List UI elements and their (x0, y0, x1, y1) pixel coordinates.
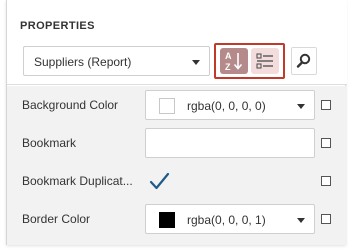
color-value: rgba(0, 0, 0, 1) (187, 213, 266, 227)
svg-text:A: A (225, 51, 232, 61)
sort-az-icon: A Z (225, 51, 243, 72)
component-select-value: Suppliers (Report) (34, 55, 132, 69)
sort-categorized-button[interactable] (251, 48, 279, 74)
property-row-bookmark-duplicates: Bookmark Duplicat... (7, 162, 347, 200)
property-marker[interactable] (321, 176, 331, 186)
property-row-bookmark: Bookmark (7, 124, 347, 162)
component-select[interactable]: Suppliers (Report) (23, 46, 210, 76)
border-color-editor[interactable]: rgba(0, 0, 0, 1) (145, 204, 315, 234)
bookmark-input[interactable] (145, 128, 315, 158)
property-label: Border Color (22, 212, 91, 226)
properties-panel: PROPERTIES Suppliers (Report) A Z Backgr… (6, 0, 347, 245)
search-icon (296, 53, 311, 68)
svg-text:Z: Z (225, 62, 231, 72)
sort-alphabetical-button[interactable]: A Z (220, 48, 248, 74)
panel-title: PROPERTIES (20, 20, 95, 32)
property-row-border-color: Border Color rgba(0, 0, 0, 1) (7, 200, 347, 238)
chevron-down-icon (297, 218, 305, 223)
search-button[interactable] (291, 47, 317, 75)
property-label: Bookmark Duplicat... (22, 174, 133, 188)
background-color-editor[interactable]: rgba(0, 0, 0, 0) (145, 90, 315, 120)
color-swatch (159, 212, 175, 228)
property-row-background-color: Background Color rgba(0, 0, 0, 0) (7, 86, 347, 124)
property-marker[interactable] (321, 138, 331, 148)
checkmark-icon (149, 172, 170, 190)
property-marker[interactable] (321, 100, 331, 110)
properties-header: PROPERTIES Suppliers (Report) A Z (7, 0, 347, 85)
sort-mode-group: A Z (214, 43, 285, 79)
property-label: Background Color (22, 98, 119, 112)
color-value: rgba(0, 0, 0, 0) (187, 99, 266, 113)
chevron-down-icon (297, 104, 305, 109)
bookmark-duplicates-checkbox[interactable] (145, 166, 175, 196)
color-swatch (159, 98, 175, 114)
property-grid: Background Color rgba(0, 0, 0, 0) Bookma… (7, 86, 347, 245)
categorized-list-icon (256, 53, 273, 69)
property-label: Bookmark (22, 136, 77, 150)
property-marker[interactable] (321, 214, 331, 224)
chevron-down-icon (192, 60, 200, 65)
